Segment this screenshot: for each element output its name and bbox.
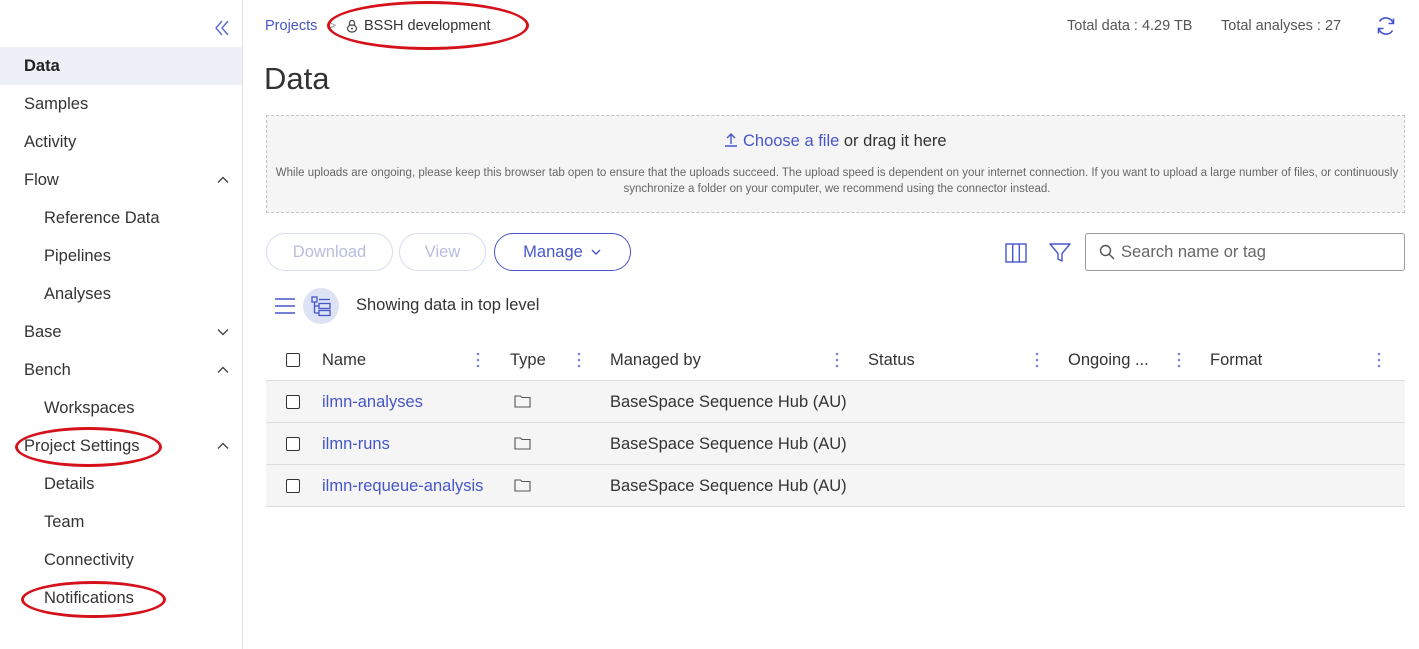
sidebar-item-flow[interactable]: Flow: [0, 161, 242, 199]
sidebar-item-label: Samples: [24, 94, 89, 113]
columns-icon[interactable]: [1004, 241, 1028, 265]
search-input[interactable]: [1121, 242, 1401, 262]
column-header-managed-by[interactable]: Managed by: [610, 351, 701, 370]
row-managed-by: BaseSpace Sequence Hub (AU): [610, 393, 847, 411]
sidebar-item-label: Activity: [24, 132, 77, 151]
folder-icon: [514, 395, 531, 408]
column-menu-icon[interactable]: [577, 352, 581, 368]
page-title: Data: [264, 61, 330, 96]
column-menu-icon[interactable]: [1377, 352, 1381, 368]
upload-dropzone[interactable]: Choose a file or drag it here While uplo…: [266, 115, 1405, 213]
upload-icon: [725, 133, 738, 147]
row-name-link[interactable]: ilmn-requeue-analysis: [322, 477, 483, 496]
sidebar-item-analyses[interactable]: Analyses: [0, 275, 242, 313]
sidebar: Data Samples Activity Flow Reference Dat…: [0, 0, 243, 649]
column-menu-icon[interactable]: [476, 352, 480, 368]
sidebar-item-data[interactable]: Data: [0, 47, 242, 85]
table-row[interactable]: ilmn-runs BaseSpace Sequence Hub (AU): [266, 423, 1405, 465]
search-icon: [1099, 244, 1115, 260]
sidebar-item-team[interactable]: Team: [0, 503, 242, 541]
breadcrumb-separator: >: [328, 17, 337, 33]
sidebar-item-samples[interactable]: Samples: [0, 85, 242, 123]
sidebar-item-pipelines[interactable]: Pipelines: [0, 237, 242, 275]
column-header-type[interactable]: Type: [510, 351, 546, 370]
main-content: Projects > BSSH development Total data :…: [243, 0, 1419, 649]
row-managed-by: BaseSpace Sequence Hub (AU): [610, 435, 847, 453]
showing-scope-text: Showing data in top level: [356, 296, 540, 314]
tree-view-icon: [311, 296, 331, 317]
upload-heading: Choose a file or drag it here: [267, 132, 1404, 151]
sidebar-item-connectivity[interactable]: Connectivity: [0, 541, 242, 579]
download-button[interactable]: Download: [266, 233, 393, 271]
choose-file-link[interactable]: Choose a file: [743, 132, 839, 150]
view-button[interactable]: View: [399, 233, 486, 271]
sidebar-item-project-settings[interactable]: Project Settings: [0, 427, 242, 465]
sidebar-item-details[interactable]: Details: [0, 465, 242, 503]
chevron-down-icon[interactable]: [216, 325, 230, 339]
sidebar-item-activity[interactable]: Activity: [0, 123, 242, 161]
chevron-up-icon[interactable]: [216, 439, 230, 453]
sidebar-item-label: Project Settings: [24, 436, 140, 455]
total-data-stat: Total data : 4.29 TB: [1067, 18, 1193, 34]
data-table: Name Type Managed by Status Ongoing ... …: [266, 340, 1405, 507]
breadcrumb-current: BSSH development: [346, 18, 491, 34]
collapse-sidebar-icon[interactable]: [212, 18, 232, 38]
sidebar-item-label: Team: [44, 512, 85, 531]
breadcrumb-projects-link[interactable]: Projects: [265, 18, 317, 34]
sidebar-item-label: Base: [24, 322, 62, 341]
chevron-up-icon[interactable]: [216, 173, 230, 187]
table-row[interactable]: ilmn-analyses BaseSpace Sequence Hub (AU…: [266, 381, 1405, 423]
row-name-link[interactable]: ilmn-runs: [322, 435, 390, 454]
row-checkbox[interactable]: [286, 479, 300, 493]
tree-view-toggle[interactable]: [303, 288, 339, 324]
sidebar-item-reference-data[interactable]: Reference Data: [0, 199, 242, 237]
row-checkbox[interactable]: [286, 395, 300, 409]
manage-button[interactable]: Manage: [494, 233, 631, 271]
sidebar-item-bench[interactable]: Bench: [0, 351, 242, 389]
sidebar-item-workspaces[interactable]: Workspaces: [0, 389, 242, 427]
column-menu-icon[interactable]: [1177, 352, 1181, 368]
row-name-link[interactable]: ilmn-analyses: [322, 393, 423, 412]
filter-icon[interactable]: [1048, 241, 1072, 265]
manage-button-label: Manage: [523, 242, 583, 261]
sidebar-item-label: Data: [24, 56, 60, 75]
search-field[interactable]: [1085, 233, 1405, 271]
table-row[interactable]: ilmn-requeue-analysis BaseSpace Sequence…: [266, 465, 1405, 507]
sidebar-item-notifications[interactable]: Notifications: [0, 579, 242, 617]
sidebar-item-label: Flow: [24, 170, 59, 189]
sidebar-item-base[interactable]: Base: [0, 313, 242, 351]
table-header: Name Type Managed by Status Ongoing ... …: [266, 340, 1405, 381]
row-managed-by: BaseSpace Sequence Hub (AU): [610, 477, 847, 495]
column-header-name[interactable]: Name: [322, 351, 366, 370]
sidebar-item-label: Bench: [24, 360, 71, 379]
chevron-up-icon[interactable]: [216, 363, 230, 377]
sidebar-item-label: Connectivity: [44, 550, 134, 569]
list-view-icon[interactable]: [273, 295, 297, 317]
drag-text: or drag it here: [839, 132, 947, 150]
sidebar-item-label: Workspaces: [44, 398, 135, 417]
sidebar-item-label: Details: [44, 474, 95, 493]
folder-icon: [514, 479, 531, 492]
sidebar-item-label: Analyses: [44, 284, 111, 303]
select-all-checkbox[interactable]: [286, 353, 300, 367]
lock-icon: [346, 19, 358, 33]
folder-icon: [514, 437, 531, 450]
refresh-icon[interactable]: [1375, 15, 1397, 37]
column-header-status[interactable]: Status: [868, 351, 915, 370]
column-header-format[interactable]: Format: [1210, 351, 1262, 370]
sidebar-item-label: Reference Data: [44, 208, 160, 227]
column-menu-icon[interactable]: [835, 352, 839, 368]
sidebar-item-label: Notifications: [44, 588, 134, 607]
upload-note: While uploads are ongoing, please keep t…: [275, 167, 1399, 195]
column-header-ongoing[interactable]: Ongoing ...: [1068, 351, 1149, 370]
breadcrumb-project-name: BSSH development: [364, 18, 491, 34]
sidebar-item-label: Pipelines: [44, 246, 111, 265]
column-menu-icon[interactable]: [1035, 352, 1039, 368]
chevron-down-icon: [591, 249, 601, 255]
row-checkbox[interactable]: [286, 437, 300, 451]
total-analyses-stat: Total analyses : 27: [1221, 18, 1342, 34]
